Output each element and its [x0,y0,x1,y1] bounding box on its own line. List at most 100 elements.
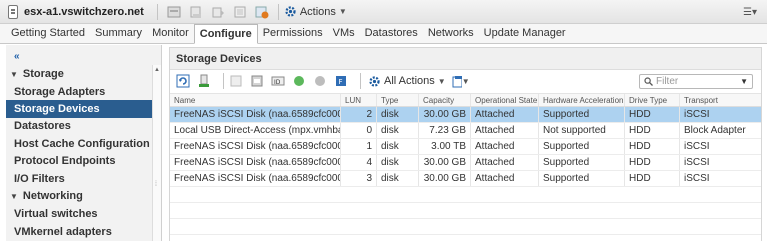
cell-drive-type: HDD [625,107,680,122]
tab-vms[interactable]: VMs [328,25,360,43]
cell-capacity: 30.00 GB [419,155,471,170]
empty-row [170,219,761,235]
column-header-capacity[interactable]: Capacity [419,94,471,106]
filter-placeholder: Filter [656,76,679,87]
cell-hardware-acceleration: Supported [539,139,625,154]
table-row[interactable]: FreeNAS iSCSI Disk (naa.6589cfc00000... … [170,107,761,123]
search-icon [644,77,653,86]
expand-triangle-icon: ▼ [10,192,18,201]
all-actions-menu[interactable]: All Actions ▼ [368,75,446,88]
cell-drive-type: HDD [625,171,680,186]
gear-icon [369,75,380,87]
export-icon[interactable]: ▼ [452,74,470,88]
panel-title: Storage Devices [170,48,761,70]
sidebar-item-protocol-endpoints[interactable]: Protocol Endpoints [6,152,152,170]
cell-name: FreeNAS iSCSI Disk (naa.6589cfc00000... [170,155,341,170]
toolbar-divider [277,3,279,20]
toolbar-divider [360,73,361,89]
mark-flash-icon[interactable]: F [334,74,348,88]
cell-hardware-acceleration: Supported [539,155,625,170]
table-row[interactable]: FreeNAS iSCSI Disk (naa.6589cfc00000... … [170,155,761,171]
cell-type: disk [377,107,419,122]
cell-type: disk [377,171,419,186]
menu-icon[interactable]: ☰▾ [741,5,759,19]
column-header-hardware-acceleration[interactable]: Hardware Acceleration [539,94,625,106]
cell-type: disk [377,123,419,138]
sidebar-group-networking[interactable]: ▼ Networking [6,187,152,205]
column-header-transport[interactable]: Transport [680,94,760,106]
scroll-up-icon[interactable]: ▲ [154,67,160,73]
turn-on-led-icon[interactable] [292,74,306,88]
detach-icon[interactable] [229,74,243,88]
cell-lun: 2 [341,107,377,122]
cell-lun: 4 [341,155,377,170]
cell-capacity: 30.00 GB [419,107,471,122]
table-row[interactable]: Local USB Direct-Access (mpx.vmhba3... 0… [170,123,761,139]
expand-triangle-icon: ▼ [10,70,18,79]
cell-hardware-acceleration: Not supported [539,123,625,138]
collapse-sidebar-icon[interactable]: « [14,51,20,62]
turn-off-led-icon[interactable] [313,74,327,88]
cell-type: disk [377,139,419,154]
column-header-lun[interactable]: LUN [341,94,377,106]
tab-datastores[interactable]: Datastores [360,25,423,43]
rescan-icon[interactable] [250,74,264,88]
sidebar-group-label: Storage [22,68,64,80]
toolbar-divider [156,3,158,20]
cell-transport: iSCSI [684,157,710,168]
column-header-type[interactable]: Type [377,94,419,106]
cell-operational-state: Attached [471,155,539,170]
tab-networks[interactable]: Networks [423,25,479,43]
sidebar-item-storage-adapters[interactable]: Storage Adapters [6,83,152,101]
chevron-down-icon: ▼ [437,76,446,86]
cell-transport: iSCSI [684,109,710,120]
gear-icon [285,6,296,17]
table-row[interactable]: FreeNAS iSCSI Disk (naa.6589cfc00000... … [170,139,761,155]
empty-row [170,203,761,219]
table-row[interactable]: FreeNAS iSCSI Disk (naa.6589cfc00000... … [170,171,761,187]
cell-name: FreeNAS iSCSI Disk (naa.6589cfc00000... [170,171,341,186]
toolbar-divider [223,73,224,89]
cell-name: FreeNAS iSCSI Disk (naa.6589cfc00000... [170,139,341,154]
sidebar-item-virtual-switches[interactable]: Virtual switches [6,205,152,223]
cell-lun: 3 [341,171,377,186]
tab-monitor[interactable]: Monitor [147,25,194,43]
sidebar-item-datastores[interactable]: Datastores [6,117,152,135]
splitter-grip-icon[interactable]: ⁞ [155,181,157,188]
tab-configure[interactable]: Configure [193,24,258,44]
new-vm-icon[interactable] [210,4,226,20]
svg-text:F: F [339,78,343,86]
chevron-down-icon: ▼ [461,76,470,86]
actions-menu[interactable]: Actions ▼ [284,5,347,18]
sidebar-item-io-filters[interactable]: I/O Filters [6,170,152,188]
tab-summary[interactable]: Summary [90,25,147,43]
tab-update-manager[interactable]: Update Manager [479,25,571,43]
vm-icon[interactable] [188,4,204,20]
empty-row [170,187,761,203]
cell-drive-type: HDD [625,139,680,154]
column-header-operational-state[interactable]: Operational State [471,94,539,106]
chevron-down-icon: ▼ [338,7,347,16]
sidebar-scrollbar[interactable]: ▲ ⁞ [152,65,161,241]
attach-disk-icon[interactable] [197,74,211,88]
refresh-icon[interactable] [176,74,190,88]
sidebar-item-host-cache[interactable]: Host Cache Configuration [6,135,152,153]
led-icon[interactable]: ID [271,74,285,88]
deploy-ovf-icon[interactable] [232,4,248,20]
storage-devices-panel: Storage Devices ID F All Actions ▼ ▼ Fil… [169,47,762,241]
cell-name: Local USB Direct-Access (mpx.vmhba3... [170,123,341,138]
chevron-down-icon[interactable]: ▼ [740,77,748,86]
tab-getting-started[interactable]: Getting Started [6,25,90,43]
column-header-drive-type[interactable]: Drive Type [625,94,680,106]
column-header-name[interactable]: Name [170,94,341,106]
host-icon [8,4,18,19]
sidebar-item-storage-devices[interactable]: Storage Devices [6,100,152,118]
cell-lun: 1 [341,139,377,154]
cell-transport: iSCSI [684,173,710,184]
sidebar-item-vmkernel-adapters[interactable]: VMkernel adapters [6,223,152,241]
host-actions-icon[interactable] [166,4,182,20]
filter-input[interactable]: Filter ▼ [639,74,753,89]
sidebar-group-storage[interactable]: ▼ Storage [6,65,152,83]
tab-permissions[interactable]: Permissions [258,25,328,43]
refresh-host-icon[interactable] [254,4,270,20]
